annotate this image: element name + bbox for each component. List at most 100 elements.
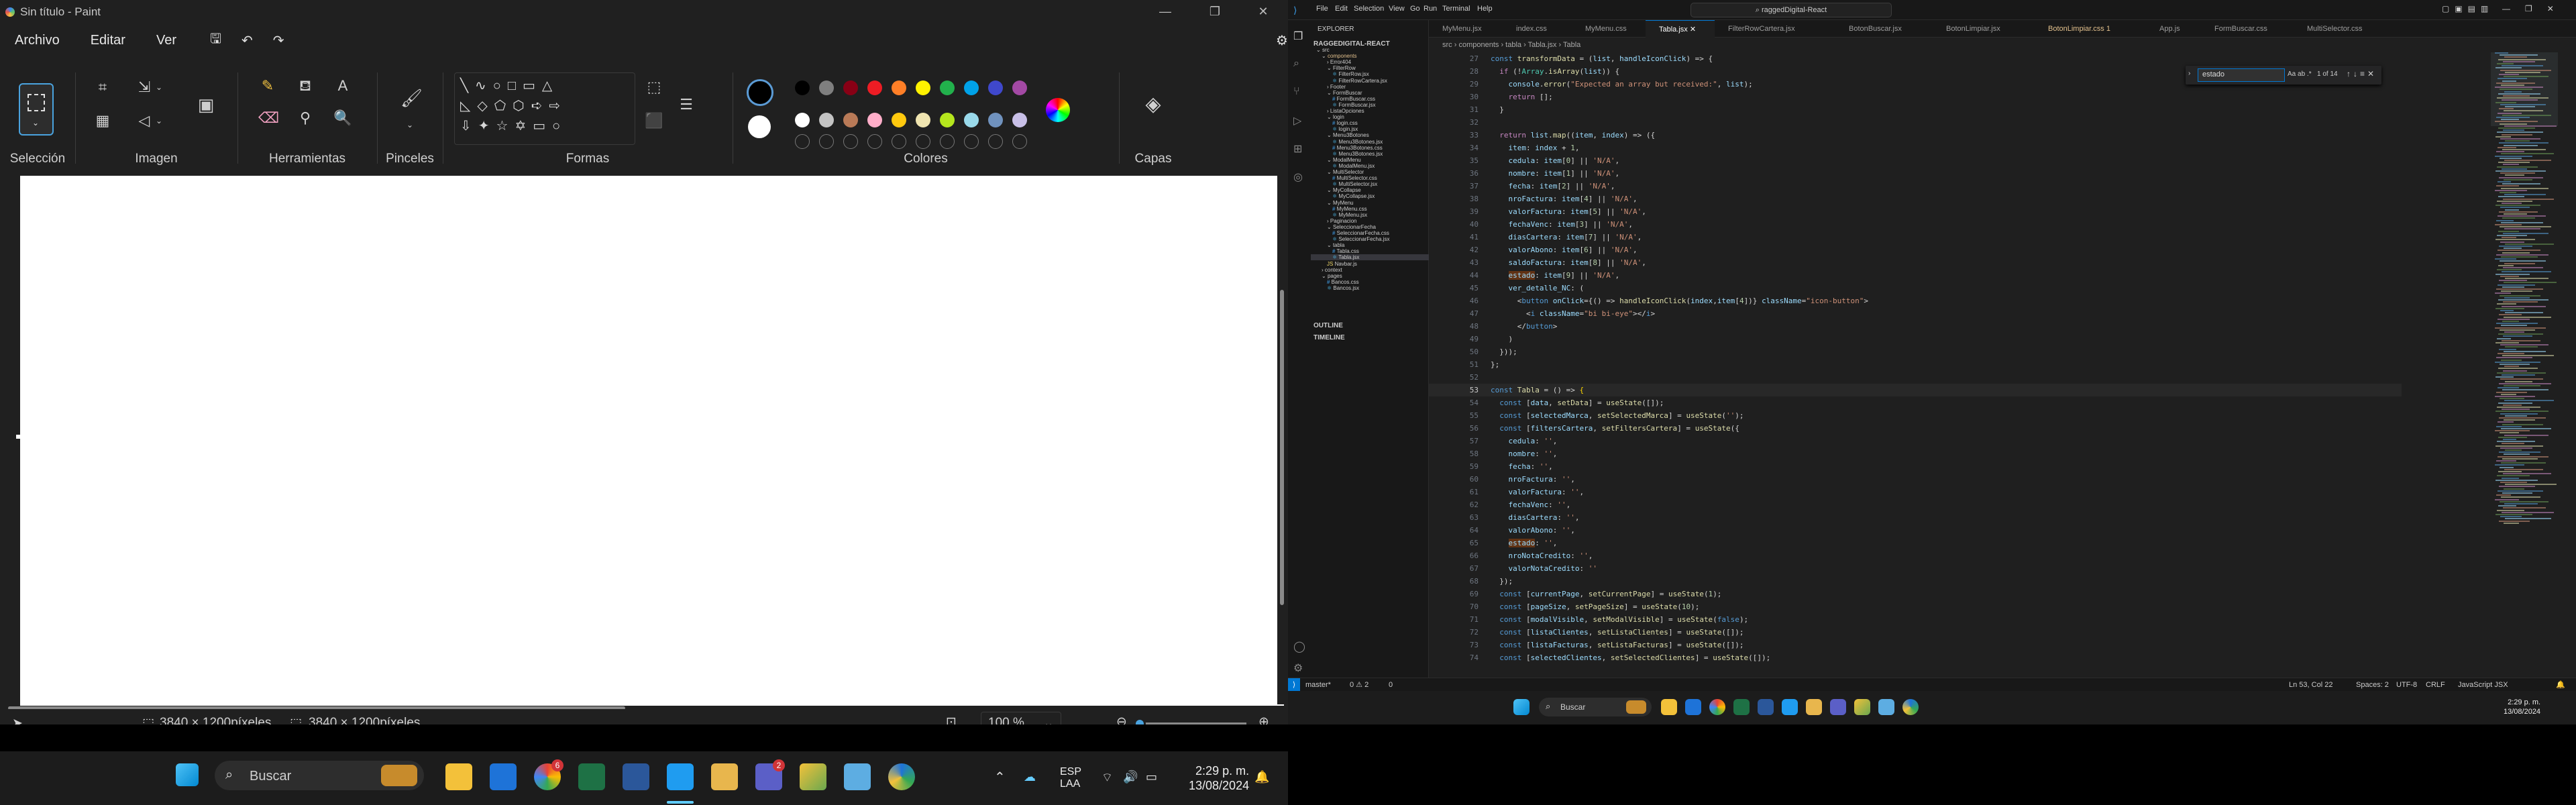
menu-go[interactable]: Go	[1410, 5, 1420, 13]
palette-color-swatch[interactable]	[916, 80, 930, 95]
breadcrumb-tabla[interactable]: tabla	[1505, 41, 1521, 49]
tree-item[interactable]: ⚛ Bancos.jsx	[1311, 285, 1429, 291]
palette-color-swatch[interactable]	[988, 80, 1003, 95]
browser-icon[interactable]	[1902, 699, 1919, 715]
tree-item[interactable]: ⚛ login.jsx	[1311, 126, 1429, 132]
size-lines-icon[interactable]: ☰	[677, 95, 696, 114]
editor-tab[interactable]: BotonLimpiar.jsx	[1933, 20, 2035, 38]
palette-empty-swatch[interactable]	[892, 134, 906, 149]
palette-empty-swatch[interactable]	[988, 134, 1003, 149]
palette-color-swatch[interactable]	[940, 113, 955, 127]
notepad-app-icon[interactable]	[711, 763, 738, 790]
chevron-up-icon[interactable]: ⌃	[994, 769, 1006, 786]
chrome-icon[interactable]	[1709, 699, 1725, 715]
text-tool-icon[interactable]: A	[333, 76, 352, 95]
menu-edit[interactable]: Edit	[1335, 5, 1348, 13]
source-control-icon[interactable]: ⑂	[1293, 86, 1300, 98]
zoom-in-icon[interactable]: ⊕	[1258, 714, 1269, 724]
find-options-icon[interactable]: Aa ab .*	[2288, 70, 2312, 78]
palette-empty-swatch[interactable]	[843, 134, 858, 149]
chevron-down-icon[interactable]: ⌄	[400, 115, 419, 134]
tree-item[interactable]: ⌄ FormBuscar	[1311, 90, 1429, 96]
tree-item[interactable]: ⌄ MyCollapse	[1311, 187, 1429, 193]
tree-item[interactable]: ⌄ components	[1311, 53, 1429, 59]
notification-bell-icon[interactable]: 🔔	[1254, 770, 1269, 784]
editor-tab[interactable]: MyMenu.css	[1572, 20, 1646, 38]
file-explorer-icon[interactable]	[445, 763, 472, 790]
tree-item[interactable]: ⌄ MyMenu	[1311, 200, 1429, 206]
tree-item[interactable]: ⚛ MyMenu.jsx	[1311, 212, 1429, 218]
close-button[interactable]: ✕	[1238, 0, 1288, 23]
shape-gallery-glyphs[interactable]: ╲∿○□▭△ ◺◇⬠⬡➪⇨ ⇩✦☆✡▭○	[460, 76, 567, 136]
word-icon[interactable]	[1758, 699, 1774, 715]
editor-tab[interactable]: BotonLimpiar.css 1	[2035, 20, 2146, 38]
tree-item[interactable]: ⌄ tabla	[1311, 242, 1429, 248]
minimize-button[interactable]: —	[1140, 0, 1190, 23]
app-icon[interactable]	[800, 763, 826, 790]
account-icon[interactable]: ◯	[1293, 640, 1305, 653]
app-icon[interactable]	[1806, 699, 1822, 715]
tree-item[interactable]: › context	[1311, 267, 1429, 273]
palette-color-swatch[interactable]	[940, 80, 955, 95]
paint-canvas[interactable]	[20, 176, 1284, 706]
tree-item[interactable]: › Footer	[1311, 84, 1429, 90]
editor-tab[interactable]: MultiSelector.css	[2294, 20, 2400, 38]
color-primary[interactable]	[747, 79, 773, 106]
menu-view[interactable]: View	[1389, 5, 1405, 13]
tree-item[interactable]: # MyMenu.css	[1311, 206, 1429, 212]
git-branch[interactable]: master*	[1305, 678, 1331, 691]
excel-icon[interactable]	[1733, 699, 1750, 715]
line-endings[interactable]: CRLF	[2426, 678, 2445, 691]
breadcrumb-src[interactable]: src	[1442, 41, 1452, 49]
tree-item[interactable]: ⌄ pages	[1311, 273, 1429, 279]
editor-tab[interactable]: FilterRowCartera.jsx	[1715, 20, 1835, 38]
language-indicator[interactable]: ESP LAA	[1060, 766, 1081, 790]
tree-item[interactable]: › ListaOpciones	[1311, 108, 1429, 114]
palette-color-swatch[interactable]	[916, 113, 930, 127]
vscode-icon[interactable]	[1782, 699, 1798, 715]
palette-color-swatch[interactable]	[867, 80, 882, 95]
problems-count[interactable]: 0 ⚠ 2	[1350, 678, 1368, 691]
layers-icon[interactable]: ◈	[1144, 95, 1163, 115]
explorer-icon[interactable]: ❐	[1293, 30, 1303, 43]
clock[interactable]: 2:29 p. m. 13/08/2024	[1189, 763, 1249, 793]
maximize-button[interactable]: ❐	[1190, 0, 1240, 23]
tree-item[interactable]: # login.css	[1311, 120, 1429, 126]
tree-item[interactable]: › Paginacion	[1311, 218, 1429, 224]
code-editor[interactable]: 27 const transformData = (list, handleIco…	[1429, 52, 2556, 676]
notifications-bell-icon[interactable]: 🔔	[2556, 678, 2565, 691]
pencil-icon[interactable]: ✎	[258, 76, 277, 95]
palette-color-swatch[interactable]	[843, 113, 858, 127]
image-insert-icon[interactable]: ▣	[197, 95, 215, 114]
vscode-icon[interactable]	[667, 763, 694, 790]
tree-item[interactable]: ⌄ login	[1311, 114, 1429, 120]
palette-empty-swatch[interactable]	[867, 134, 882, 149]
browser-icon[interactable]	[888, 763, 915, 790]
tree-item[interactable]: ⚛ SeleccionarFecha.jsx	[1311, 236, 1429, 242]
menu-archivo[interactable]: Archivo	[15, 33, 60, 48]
extensions-icon[interactable]: ⊞	[1293, 142, 1302, 156]
manage-gear-icon[interactable]: ⚙	[1293, 661, 1303, 675]
undo-icon[interactable]: ↶	[241, 32, 253, 49]
chevron-down-icon[interactable]: ⌄	[150, 78, 168, 97]
windows-start-icon[interactable]	[176, 763, 199, 786]
chevron-down-icon[interactable]: ⌄	[150, 111, 168, 130]
palette-color-swatch[interactable]	[1012, 80, 1027, 95]
selection-tool-button[interactable]: ⌄	[19, 83, 54, 136]
tree-item[interactable]: JS Navbar.js	[1311, 261, 1429, 267]
fill-icon[interactable]: ⬛	[645, 111, 663, 130]
editor-tab[interactable]: index.css	[1503, 20, 1572, 38]
eraser-icon[interactable]: ⌫	[258, 109, 279, 127]
language-mode[interactable]: JavaScript JSX	[2458, 678, 2508, 691]
menu-help[interactable]: Help	[1477, 5, 1493, 13]
tree-item[interactable]: # Bancos.css	[1311, 279, 1429, 285]
palette-empty-swatch[interactable]	[940, 134, 955, 149]
editor-tab[interactable]: FormBuscar.css	[2201, 20, 2294, 38]
tree-item[interactable]: ⚛ Tabla.jsx	[1311, 254, 1429, 261]
indentation[interactable]: Spaces: 2	[2356, 678, 2389, 691]
editor-tab[interactable]: Tabla.jsx ✕	[1646, 20, 1715, 38]
tree-item[interactable]: ⚛ ModalMenu.jsx	[1311, 163, 1429, 169]
notepad-icon[interactable]	[1878, 699, 1894, 715]
tree-item[interactable]: ⚛ Menu3Botones.jsx	[1311, 139, 1429, 145]
zoom-out-icon[interactable]: ⊖	[1116, 714, 1127, 724]
